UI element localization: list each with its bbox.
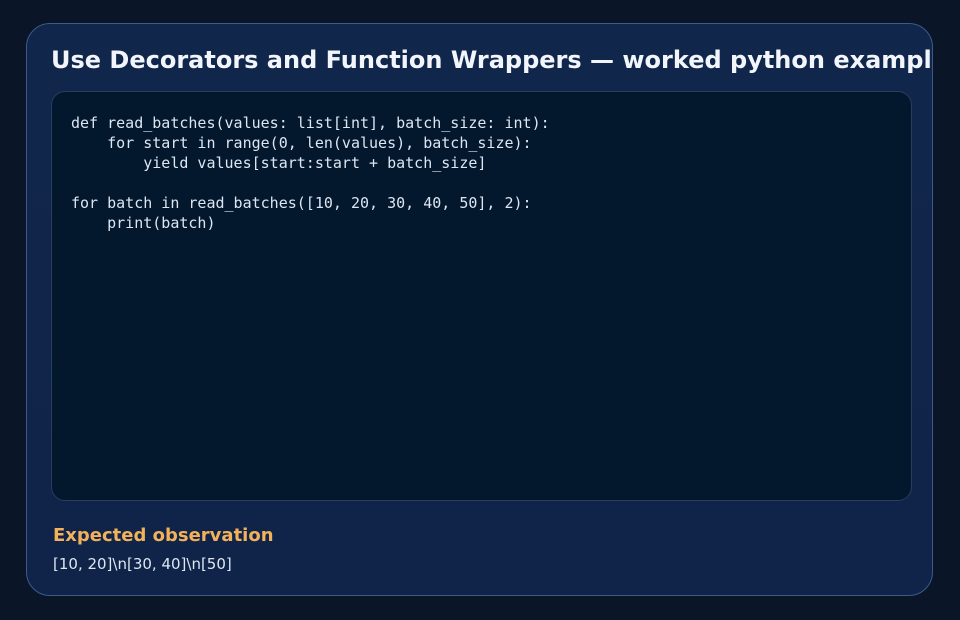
observation-value: [10, 20]\n[30, 40]\n[50] [53,555,232,573]
example-card: Use Decorators and Function Wrappers — w… [26,23,933,596]
code-panel: def read_batches(values: list[int], batc… [51,91,912,501]
observation-heading: Expected observation [53,525,274,546]
page-title: Use Decorators and Function Wrappers — w… [51,46,933,74]
code-block: def read_batches(values: list[int], batc… [71,114,550,232]
